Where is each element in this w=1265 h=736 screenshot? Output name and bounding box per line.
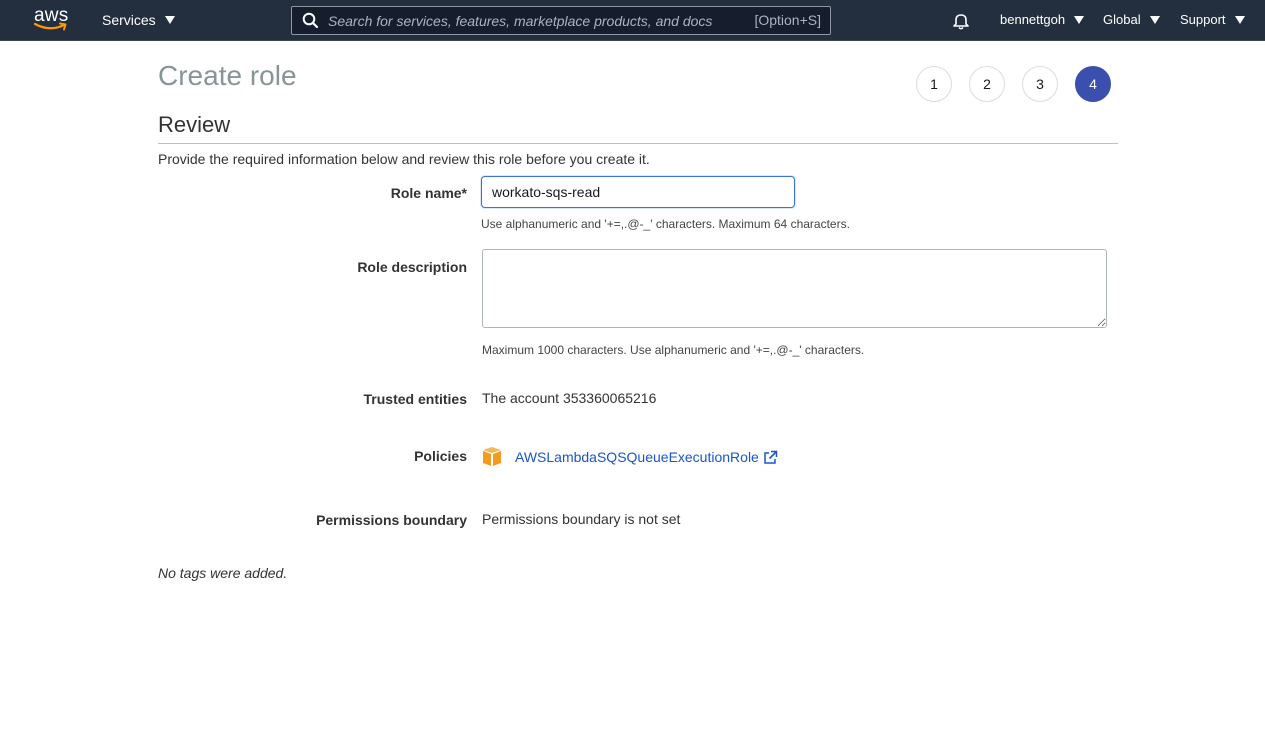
- section-title: Review: [158, 112, 231, 137]
- region-menu[interactable]: Global: [1103, 0, 1160, 40]
- account-username: bennettgoh: [1000, 12, 1066, 27]
- permissions-boundary-value: Permissions boundary is not set: [482, 511, 681, 527]
- aws-smile-icon: [33, 22, 67, 31]
- role-description-hint: Maximum 1000 characters. Use alphanumeri…: [482, 343, 865, 357]
- caret-down-icon: [1149, 16, 1160, 24]
- section-divider: [158, 143, 1118, 144]
- support-menu[interactable]: Support: [1180, 0, 1245, 40]
- top-navigation-bar: aws Services [Option+S] bennettgoh Globa…: [0, 0, 1265, 41]
- intro-text: Provide the required information below a…: [158, 151, 650, 167]
- region-label: Global: [1103, 12, 1141, 27]
- role-description-textarea[interactable]: [482, 249, 1107, 328]
- external-link-icon[interactable]: [763, 450, 778, 465]
- role-description-label: Role description: [357, 259, 467, 275]
- search-box[interactable]: [Option+S]: [291, 6, 831, 35]
- role-name-label: Role name*: [390, 185, 467, 201]
- tags-message: No tags were added.: [158, 565, 288, 581]
- search-input[interactable]: [326, 10, 736, 31]
- step-3[interactable]: 3: [1022, 66, 1058, 102]
- trusted-entities-label: Trusted entities: [363, 391, 467, 407]
- account-menu[interactable]: bennettgoh: [1000, 0, 1085, 40]
- caret-down-icon: [1234, 16, 1245, 24]
- aws-logo[interactable]: aws: [33, 6, 71, 34]
- support-label: Support: [1180, 12, 1226, 27]
- step-4-current[interactable]: 4: [1075, 66, 1111, 102]
- wizard-steps: 1 2 3 4: [916, 66, 1111, 102]
- permissions-boundary-label: Permissions boundary: [316, 512, 467, 528]
- step-2[interactable]: 2: [969, 66, 1005, 102]
- caret-down-icon: [164, 16, 175, 24]
- trusted-entities-value: The account 353360065216: [482, 390, 657, 406]
- services-menu[interactable]: Services: [102, 0, 175, 40]
- services-label: Services: [102, 12, 156, 28]
- policy-link[interactable]: AWSLambdaSQSQueueExecutionRole: [515, 449, 759, 465]
- role-name-hint: Use alphanumeric and '+=,.@-_' character…: [481, 217, 850, 231]
- step-1[interactable]: 1: [916, 66, 952, 102]
- caret-down-icon: [1074, 16, 1085, 24]
- search-icon: [302, 12, 319, 29]
- role-name-input[interactable]: [481, 176, 795, 208]
- bell-icon[interactable]: [951, 11, 971, 31]
- policies-label: Policies: [414, 448, 467, 464]
- search-shortcut-hint: [Option+S]: [754, 12, 821, 28]
- page-title: Create role: [158, 60, 297, 91]
- aws-managed-policy-cube-icon: [483, 447, 501, 466]
